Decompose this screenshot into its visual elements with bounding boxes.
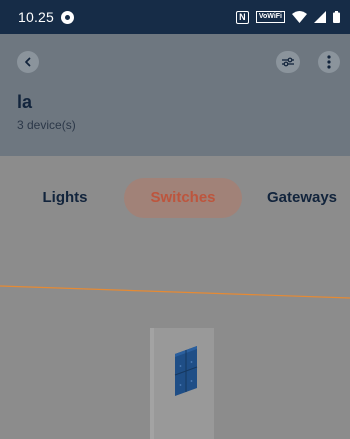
sliders-icon [282, 57, 294, 67]
app-notification-icon [61, 10, 75, 24]
status-time: 10.25 [18, 9, 55, 25]
device-count: 3 device(s) [17, 118, 76, 132]
tab-gateways[interactable]: Gateways [254, 178, 350, 218]
back-button[interactable] [17, 51, 39, 73]
more-options-button[interactable] [318, 51, 340, 73]
status-bar: 10.25 N VoWiFi [0, 0, 350, 34]
room-name: la [17, 92, 33, 112]
room-header: la 3 device(s) [0, 34, 350, 156]
vowifi-icon: VoWiFi [255, 11, 285, 23]
battery-icon [333, 11, 340, 23]
tab-lights[interactable]: Lights [25, 178, 105, 218]
status-icons: N VoWiFi [235, 10, 340, 24]
wifi-icon [292, 11, 307, 23]
wall-switch-icon [150, 328, 214, 439]
nfc-icon: N [235, 10, 249, 24]
more-vertical-icon [327, 55, 331, 69]
chevron-left-icon [25, 57, 31, 67]
signal-icon [314, 11, 326, 23]
tab-switches[interactable]: Switches [124, 178, 242, 218]
settings-button[interactable] [276, 51, 300, 73]
